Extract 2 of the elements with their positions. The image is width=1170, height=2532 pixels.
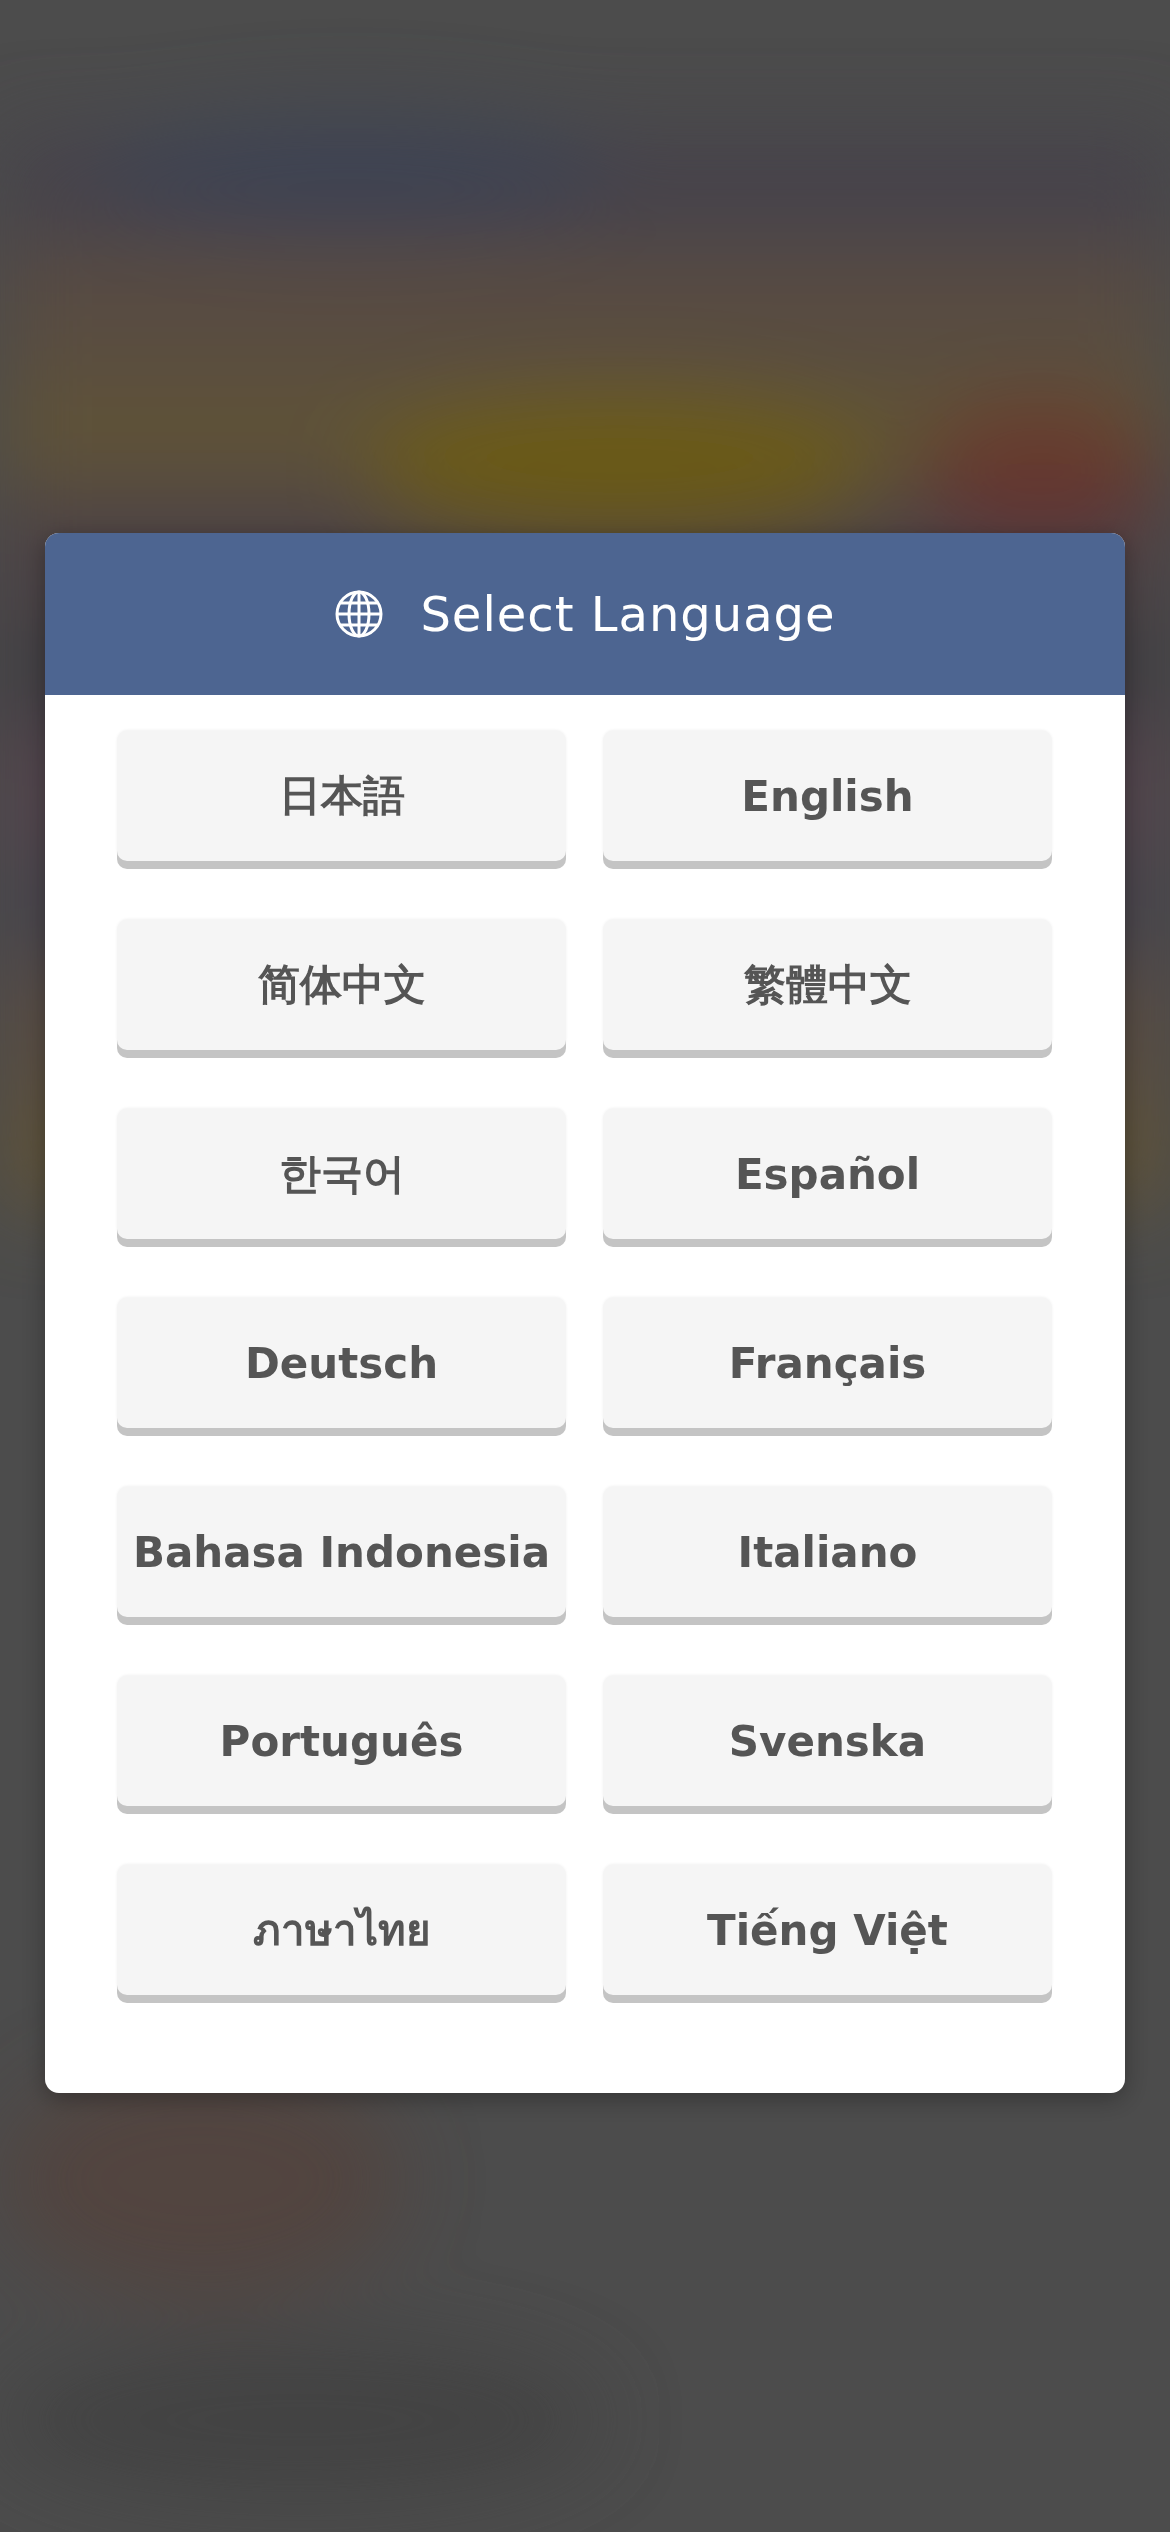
dialog-title: Select Language xyxy=(420,586,836,642)
globe-icon xyxy=(334,589,385,639)
